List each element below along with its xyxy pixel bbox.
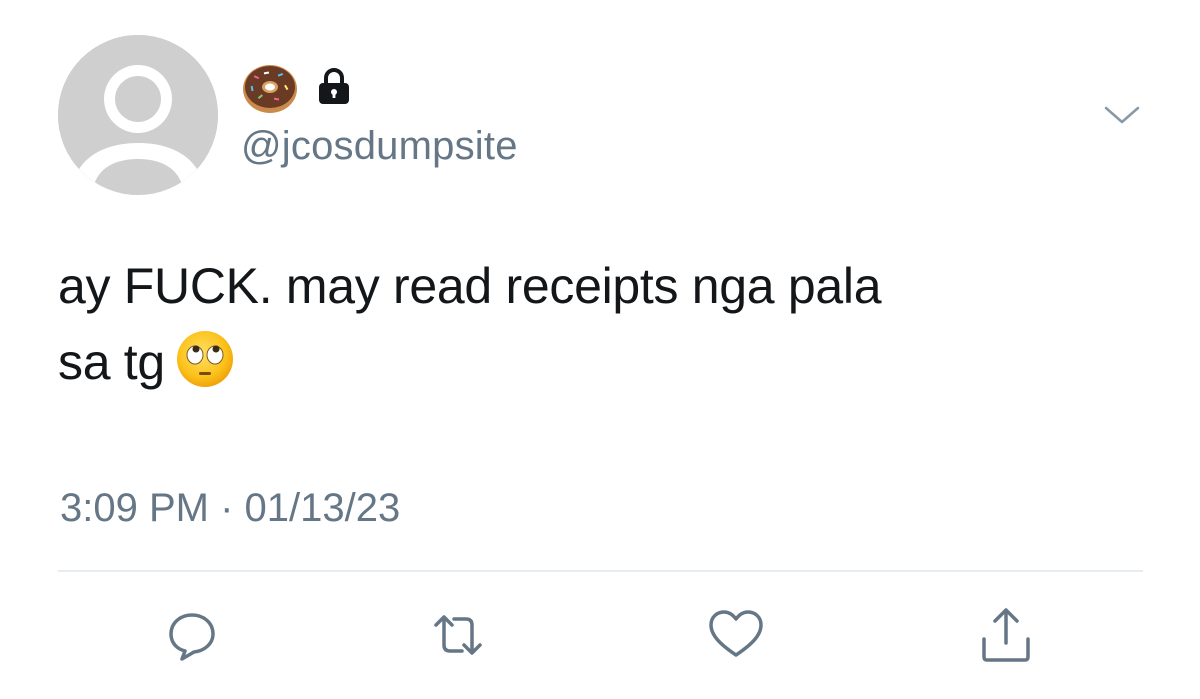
like-icon[interactable] bbox=[706, 605, 766, 665]
tweet-card: @jcosdumpsite ay FUCK. may read receipts… bbox=[0, 0, 1200, 699]
default-avatar-icon bbox=[58, 35, 218, 195]
retweet-icon[interactable] bbox=[428, 605, 488, 665]
tweet-text-fragment: sa tg bbox=[58, 334, 165, 390]
username-handle[interactable]: @jcosdumpsite bbox=[241, 122, 518, 170]
lock-icon bbox=[319, 68, 349, 104]
tweet-actions-bar bbox=[0, 595, 1200, 675]
divider bbox=[58, 570, 1143, 572]
reply-icon[interactable] bbox=[162, 605, 222, 665]
tweet-text-line: sa tg bbox=[58, 324, 1158, 400]
tweet-timestamp[interactable]: 3:09 PM · 01/13/23 bbox=[60, 484, 400, 532]
avatar[interactable] bbox=[58, 35, 218, 195]
tweet-text: ay FUCK. may read receipts nga pala sa t… bbox=[58, 248, 1158, 400]
chevron-down-icon[interactable] bbox=[1100, 98, 1144, 134]
share-icon[interactable] bbox=[976, 605, 1036, 665]
tweet-text-line: ay FUCK. may read receipts nga pala bbox=[58, 258, 882, 314]
face-with-rolling-eyes-emoji bbox=[176, 331, 233, 387]
donut-icon bbox=[243, 65, 297, 113]
display-name[interactable] bbox=[240, 58, 354, 114]
